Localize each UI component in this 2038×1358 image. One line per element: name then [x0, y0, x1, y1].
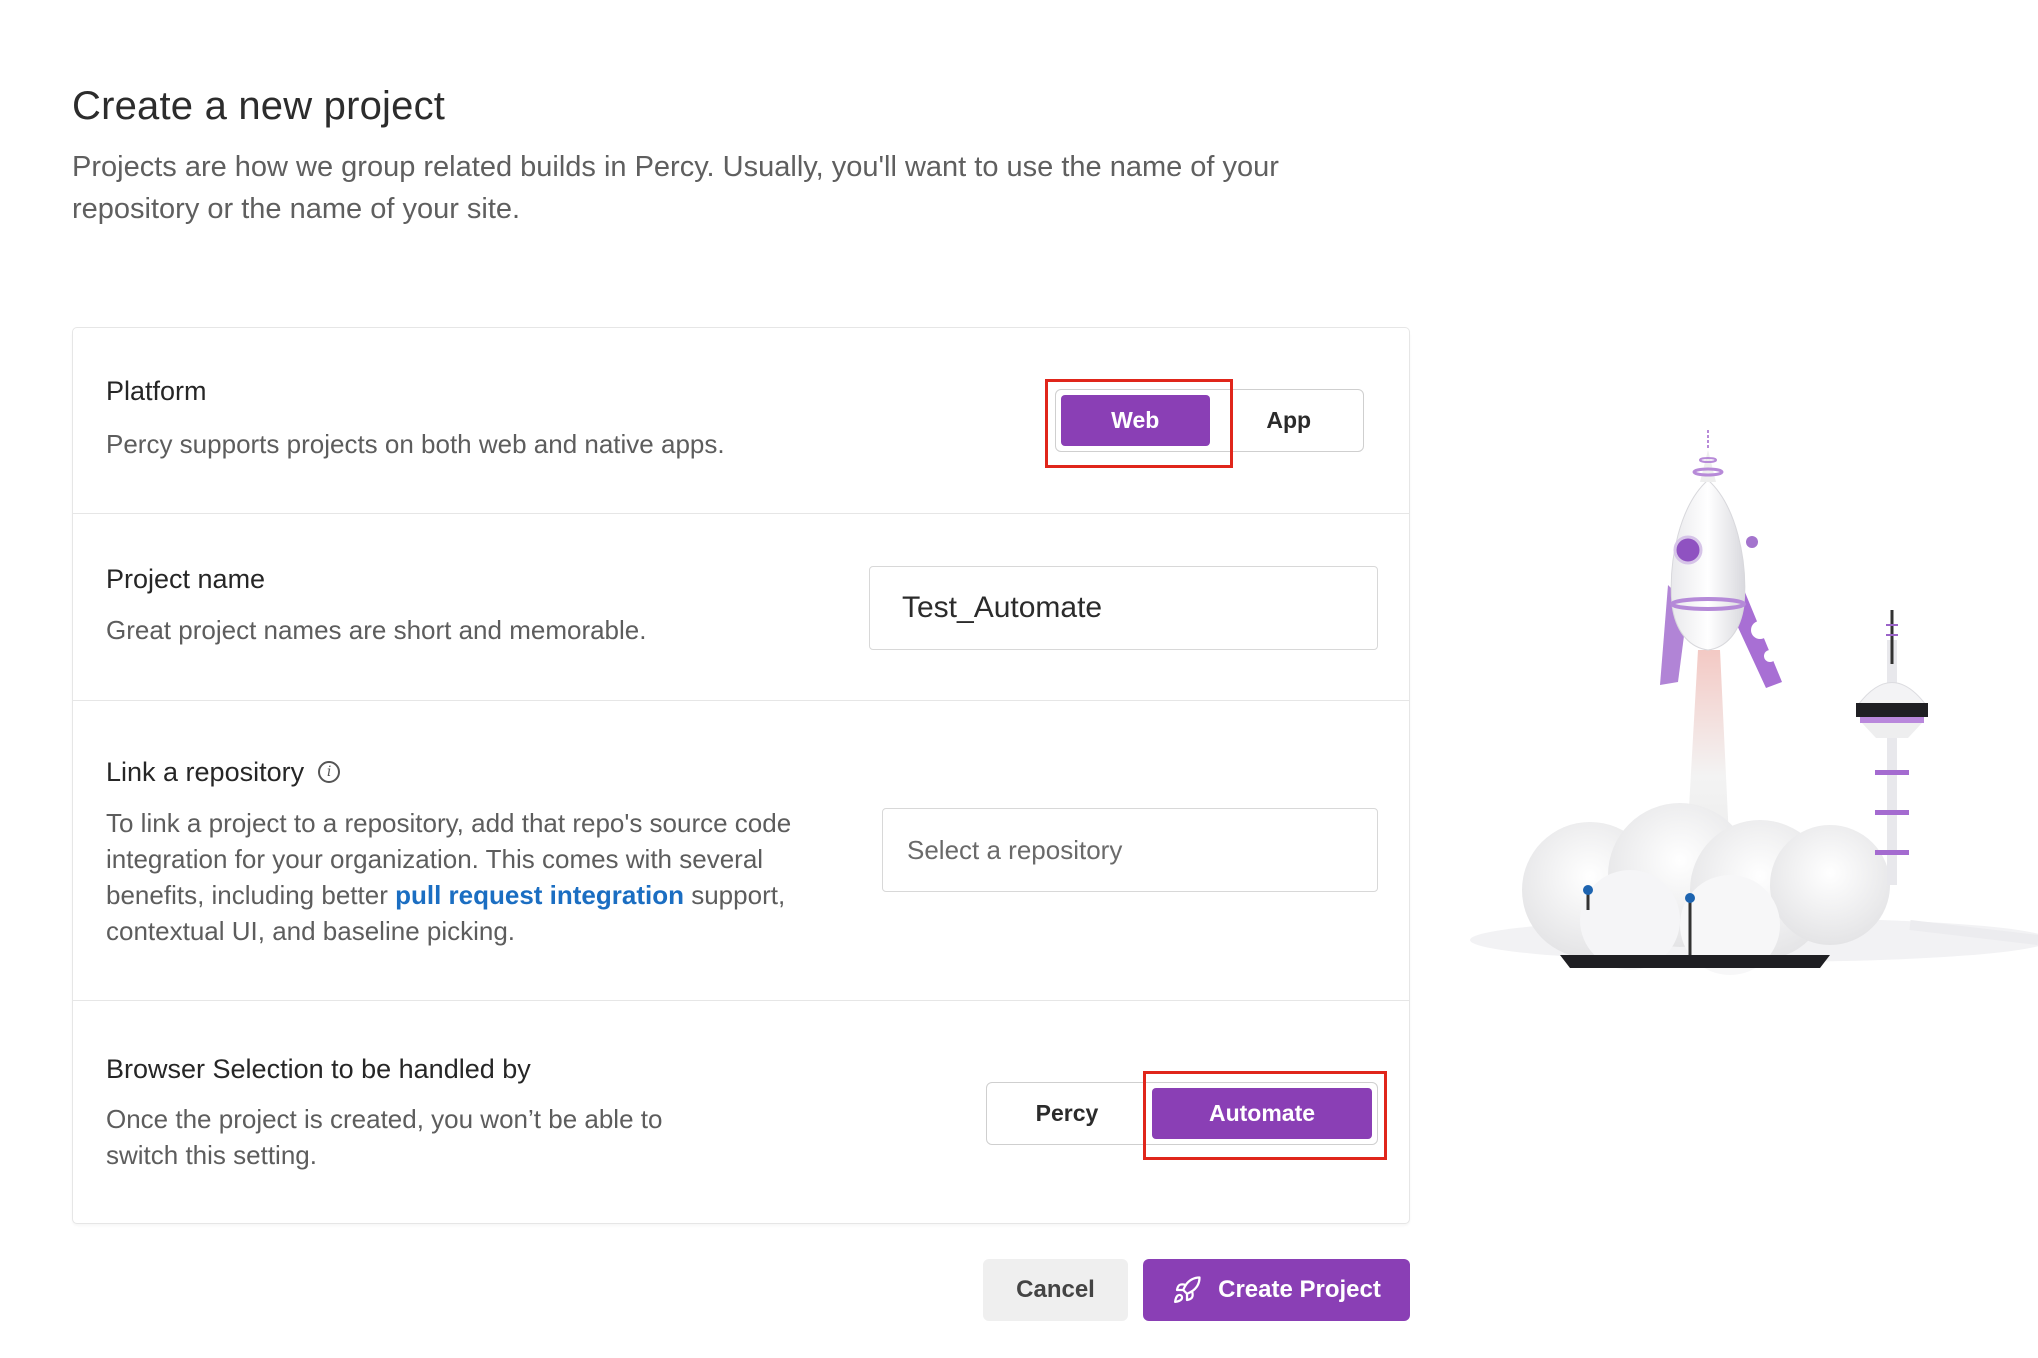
create-project-button-label: Create Project: [1218, 1276, 1381, 1303]
project-name-input[interactable]: [869, 566, 1378, 650]
platform-option-app[interactable]: App: [1215, 390, 1364, 451]
repository-section: Link a repository i To link a project to …: [73, 701, 1409, 1001]
project-name-title: Project name: [106, 564, 266, 594]
page-subtitle: Projects are how we group related builds…: [72, 151, 1279, 225]
repository-description: To link a project to a repository, add t…: [106, 805, 836, 949]
cancel-button[interactable]: Cancel: [983, 1259, 1128, 1321]
platform-option-web[interactable]: Web: [1061, 395, 1210, 446]
project-name-section: Project name Great project names are sho…: [73, 514, 1409, 701]
create-project-page: Create a new project Projects are how we…: [0, 0, 2038, 1358]
browser-selection-title: Browser Selection to be handled by: [106, 1054, 531, 1084]
browser-selection-toggle: Percy Automate: [986, 1082, 1378, 1145]
repository-select[interactable]: Select a repository: [882, 808, 1378, 892]
project-name-description: Great project names are short and memora…: [106, 615, 647, 645]
pull-request-integration-link[interactable]: pull request integration: [395, 880, 684, 910]
browser-selection-section: Browser Selection to be handled by Once …: [73, 1001, 1409, 1225]
browser-option-automate[interactable]: Automate: [1152, 1088, 1372, 1139]
platform-section: Platform Percy supports projects on both…: [73, 328, 1409, 514]
cancel-button-label: Cancel: [1016, 1276, 1095, 1303]
browser-option-percy[interactable]: Percy: [987, 1083, 1147, 1144]
info-icon[interactable]: i: [318, 760, 341, 783]
platform-title: Platform: [106, 376, 207, 406]
repository-title: Link a repository: [106, 757, 305, 787]
repository-select-placeholder: Select a repository: [907, 834, 1123, 865]
create-project-button[interactable]: Create Project: [1143, 1259, 1410, 1321]
repository-title-row: Link a repository i: [106, 757, 341, 788]
rocket-launch-illustration: [1470, 430, 2038, 975]
project-form-card: Platform Percy supports projects on both…: [72, 327, 1410, 1224]
platform-description: Percy supports projects on both web and …: [106, 429, 725, 459]
platform-toggle: Web App: [1055, 389, 1364, 452]
page-title: Create a new project: [72, 84, 446, 128]
browser-selection-description: Once the project is created, you won’t b…: [106, 1104, 663, 1170]
rocket-icon: [1174, 1276, 1201, 1303]
